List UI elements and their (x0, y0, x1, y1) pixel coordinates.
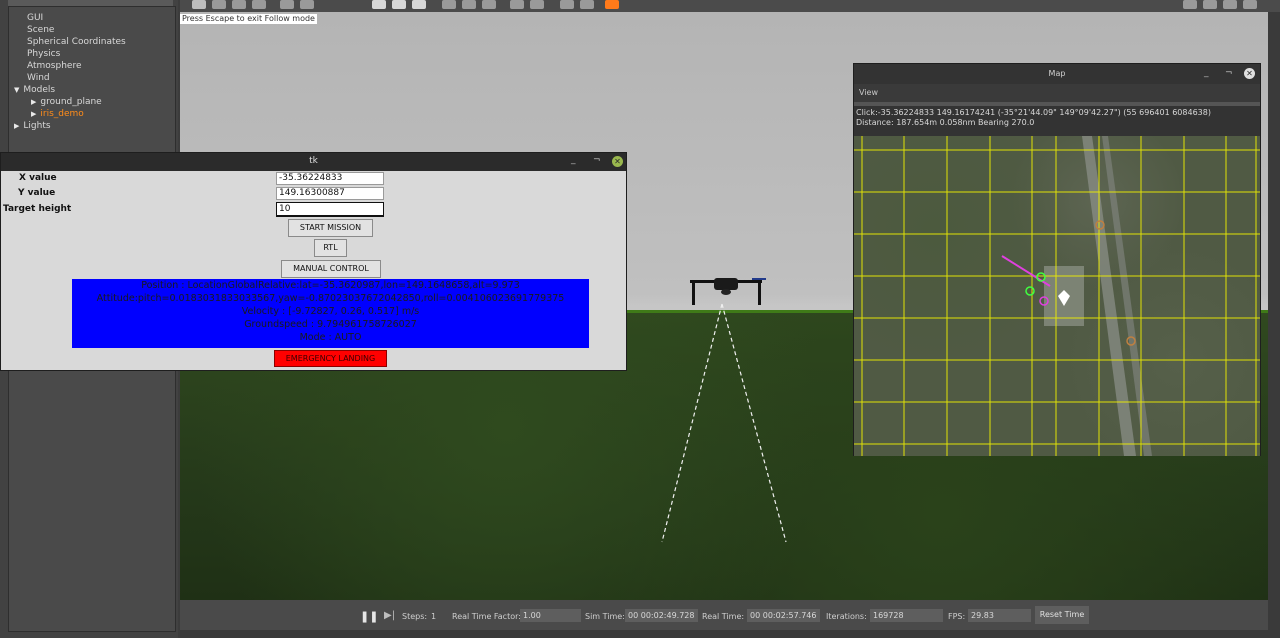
maximize-icon[interactable]: ¬ (593, 155, 601, 165)
world-tree: GUI Scene Spherical Coordinates Physics … (8, 6, 176, 154)
tree-item-ground-plane[interactable]: ▶ ground_plane (31, 97, 102, 107)
x-value-label: X value (19, 173, 57, 183)
tree-item-ground-plane-label: ground_plane (40, 97, 102, 107)
target-height-input[interactable] (276, 202, 384, 217)
x-value-input[interactable] (276, 172, 384, 185)
tree-item-gui[interactable]: GUI (27, 13, 43, 23)
close-icon[interactable]: ✕ (1244, 68, 1255, 79)
emergency-landing-button[interactable]: EMERGENCY LANDING (274, 350, 387, 367)
real-time-value: 00 00:02:57.746 (747, 609, 820, 622)
snap-icon[interactable] (580, 0, 594, 9)
minimize-icon[interactable]: _ (1204, 68, 1209, 78)
bottom-strip (180, 630, 1268, 638)
reset-time-button[interactable]: Reset Time (1035, 606, 1089, 624)
expand-right-icon[interactable]: ▶ (31, 110, 36, 118)
right-edge (1268, 12, 1280, 638)
tree-item-atmosphere[interactable]: Atmosphere (27, 61, 81, 71)
tree-item-iris-demo[interactable]: ▶ iris_demo (31, 109, 84, 119)
properties-panel (8, 370, 176, 632)
map-click-info: Click:-35.36224833 149.16174241 (-35°21'… (856, 108, 1211, 117)
sim-time-label: Sim Time: (585, 612, 625, 621)
directional-light-icon[interactable] (482, 0, 496, 9)
point-light-icon[interactable] (442, 0, 456, 9)
step-icon[interactable]: ▶| (384, 610, 395, 621)
undo-icon[interactable] (280, 0, 294, 9)
map-distance-info: Distance: 187.654m 0.058nm Bearing 270.0 (856, 118, 1035, 127)
tree-item-models-label: Models (23, 85, 56, 95)
screenshot-icon[interactable] (1183, 0, 1197, 9)
menu-view[interactable]: View (859, 88, 878, 97)
rtl-button[interactable]: RTL (314, 239, 347, 257)
copy-icon[interactable] (510, 0, 524, 9)
telemetry-velocity: Velocity : [-9.72827, 0.26, 0.517] m/s (241, 306, 420, 317)
map-info: Click:-35.36224833 149.16174241 (-35°21'… (854, 108, 1262, 134)
tree-item-lights-label: Lights (23, 121, 51, 131)
telemetry-attitude: Attitude:pitch=0.0183031833033567,yaw=-0… (96, 293, 565, 304)
plot-icon[interactable] (1223, 0, 1237, 9)
tree-item-spherical-coordinates[interactable]: Spherical Coordinates (27, 37, 126, 47)
start-mission-button[interactable]: START MISSION (288, 219, 373, 237)
map-overlay (854, 136, 1260, 456)
follow-mode-hint: Press Escape to exit Follow mode (180, 14, 317, 24)
telemetry-panel: Position : LocationGlobalRelative:lat=-3… (72, 279, 589, 348)
scale-icon[interactable] (252, 0, 266, 9)
video-icon[interactable] (1243, 0, 1257, 9)
log-icon[interactable] (1203, 0, 1217, 9)
close-icon[interactable]: ✕ (612, 156, 623, 167)
maximize-icon[interactable]: ¬ (1225, 68, 1233, 78)
minimize-icon[interactable]: _ (571, 155, 576, 165)
real-time-label: Real Time: (702, 612, 745, 621)
fps-label: FPS: (948, 612, 966, 621)
y-value-input[interactable] (276, 187, 384, 200)
map-titlebar[interactable]: Map _ ¬ ✕ (854, 64, 1260, 84)
rtf-value: 1.00 (520, 609, 581, 622)
pause-icon[interactable]: ❚❚ (360, 610, 378, 623)
telemetry-position: Position : LocationGlobalRelative:lat=-3… (141, 280, 520, 291)
rotate-icon[interactable] (232, 0, 246, 9)
tk-title: tk (309, 156, 318, 166)
align-icon[interactable] (560, 0, 574, 9)
rtf-label: Real Time Factor: (452, 612, 521, 621)
tree-item-scene[interactable]: Scene (27, 25, 54, 35)
change-view-icon[interactable] (605, 0, 619, 9)
scene-toolbar (180, 0, 1280, 12)
expand-down-icon[interactable]: ▼ (14, 86, 19, 94)
fps-value: 29.83 (968, 609, 1031, 622)
tree-item-wind[interactable]: Wind (27, 73, 50, 83)
sim-time-value: 00 00:02:49.728 (625, 609, 698, 622)
status-bar: ❚❚ ▶| Steps: 1 Real Time Factor: 1.00 Si… (180, 600, 1268, 630)
expand-right-icon[interactable]: ▶ (14, 122, 19, 130)
tree-item-iris-demo-label: iris_demo (40, 109, 84, 119)
paste-icon[interactable] (530, 0, 544, 9)
iterations-value: 169728 (870, 609, 943, 622)
map-canvas[interactable] (854, 136, 1260, 456)
manual-control-button[interactable]: MANUAL CONTROL (281, 260, 381, 278)
tk-window: tk _ ¬ ✕ X value Y value Target height S… (0, 152, 627, 371)
telemetry-groundspeed: Groundspeed : 9.794961758726027 (244, 319, 417, 330)
spot-light-icon[interactable] (462, 0, 476, 9)
map-menubar: View (854, 84, 1260, 102)
target-height-label: Target height (3, 204, 72, 214)
tree-item-physics[interactable]: Physics (27, 49, 60, 59)
select-arrow-icon[interactable] (192, 0, 206, 9)
tree-item-lights[interactable]: ▶ Lights (14, 121, 51, 131)
map-title: Map (1048, 69, 1066, 78)
y-value-label: Y value (18, 188, 56, 198)
tk-titlebar[interactable]: tk _ ¬ ✕ (1, 153, 626, 171)
redo-icon[interactable] (300, 0, 314, 9)
laser-rays (661, 303, 787, 543)
box-shape-icon[interactable] (372, 0, 386, 9)
translate-icon[interactable] (212, 0, 226, 9)
expand-right-icon[interactable]: ▶ (31, 98, 36, 106)
map-separator (854, 102, 1260, 106)
steps-value[interactable]: 1 (431, 612, 436, 621)
sphere-shape-icon[interactable] (392, 0, 406, 9)
tree-item-models[interactable]: ▼ Models (14, 85, 55, 95)
map-window: Map _ ¬ ✕ View Click:-35.36224833 149.16… (853, 63, 1261, 456)
iterations-label: Iterations: (826, 612, 867, 621)
telemetry-mode: Mode : AUTO (299, 332, 362, 343)
steps-label: Steps: (402, 612, 428, 621)
cylinder-shape-icon[interactable] (412, 0, 426, 9)
